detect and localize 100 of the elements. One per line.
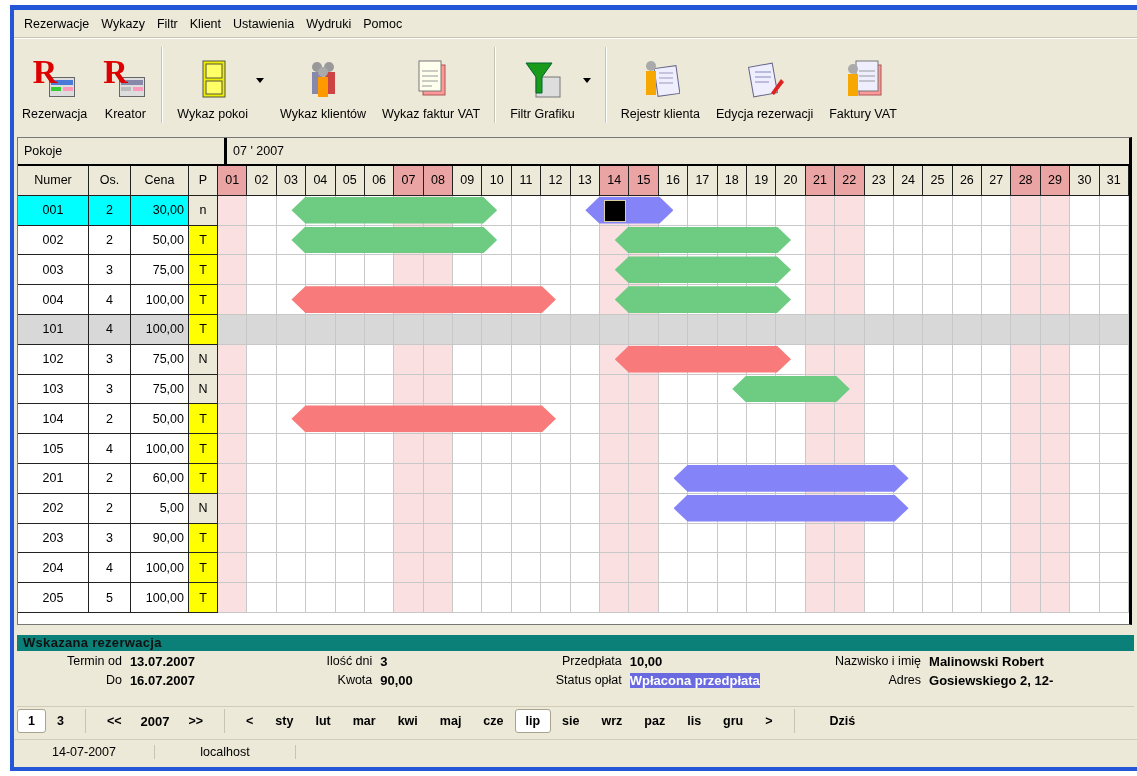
- month-tab[interactable]: gru: [712, 709, 755, 733]
- toolbar-button[interactable]: Wykaz klientów: [272, 39, 375, 131]
- field-label: Ilość dni: [326, 654, 373, 669]
- day-header: 21: [805, 166, 836, 196]
- today-button[interactable]: Dziś: [818, 709, 867, 733]
- day-header: 26: [952, 166, 983, 196]
- menu-item[interactable]: Filtr: [150, 16, 184, 31]
- persons-cell: 2: [89, 195, 131, 226]
- field-label: Kwota: [336, 673, 373, 688]
- toolbar-button[interactable]: R Rezerwacja: [14, 39, 96, 131]
- calendar-row[interactable]: [218, 195, 1129, 226]
- day-header: 02: [247, 166, 277, 196]
- status-flag-cell: T: [189, 583, 218, 613]
- page-tab[interactable]: 3: [45, 709, 75, 733]
- menu-item[interactable]: Pomoc: [357, 16, 409, 31]
- month-tab[interactable]: maj: [428, 709, 473, 733]
- status-flag-cell: T: [189, 404, 218, 435]
- toolbar-button[interactable]: Rejestr klienta: [612, 39, 708, 131]
- column-header: Cena: [131, 166, 189, 196]
- room-number-cell[interactable]: 003: [18, 255, 89, 286]
- day-header: 18: [717, 166, 747, 196]
- room-number-cell[interactable]: 104: [18, 404, 89, 435]
- room-number-cell[interactable]: 203: [18, 523, 89, 554]
- field-value: 16.07.2007: [129, 673, 195, 688]
- field-value: 90,00: [380, 673, 413, 688]
- room-number-cell[interactable]: 103: [18, 374, 89, 405]
- room-number-cell[interactable]: 204: [18, 553, 89, 584]
- persons-cell: 2: [89, 404, 131, 435]
- status-flag-cell: N: [189, 493, 218, 524]
- price-cell: 50,00: [131, 225, 189, 256]
- status-flag-cell: T: [189, 434, 218, 464]
- room-number-cell[interactable]: 004: [18, 285, 89, 315]
- field-value: Malinowski Robert: [929, 654, 1044, 669]
- dropdown-caret-icon[interactable]: [582, 77, 591, 83]
- menu-item[interactable]: Klient: [183, 16, 228, 31]
- toolbar-button[interactable]: Wykaz pokoi: [169, 39, 273, 131]
- page-tab[interactable]: 1: [17, 709, 46, 733]
- menu-item[interactable]: Ustawienia: [227, 16, 301, 31]
- price-cell: 5,00: [131, 493, 189, 524]
- day-header: 17: [688, 166, 718, 196]
- price-cell: 75,00: [131, 255, 189, 286]
- room-number-cell[interactable]: 002: [18, 225, 89, 256]
- month-tab[interactable]: cze: [472, 709, 515, 733]
- menu-item[interactable]: Wykazy: [95, 16, 151, 31]
- room-number-cell[interactable]: 202: [18, 493, 89, 524]
- month-tab[interactable]: lis: [676, 709, 713, 733]
- menu-item[interactable]: Rezerwacje: [18, 16, 96, 31]
- toolbar-button[interactable]: Edycja rezerwacji: [707, 39, 822, 131]
- day-header: 23: [864, 166, 894, 196]
- status-flag-cell: T: [189, 255, 218, 286]
- dropdown-caret-icon[interactable]: [256, 77, 265, 83]
- status-text: 14-07-2007: [14, 745, 155, 759]
- status-flag-cell: T: [189, 315, 218, 345]
- day-header: 25: [923, 166, 953, 196]
- year-label: 2007: [139, 713, 171, 729]
- day-header: 01: [218, 166, 248, 196]
- toolbar-button[interactable]: Filtr Grafiku: [502, 39, 599, 131]
- next-month-button[interactable]: >: [754, 709, 784, 733]
- month-tab[interactable]: kwi: [386, 709, 429, 733]
- field-value: Gosiewskiego 2, 12-: [929, 673, 1054, 688]
- month-tab[interactable]: sie: [551, 709, 591, 733]
- field-label: Termin od: [67, 654, 122, 669]
- day-header: 29: [1040, 166, 1071, 196]
- field-label: Nazwisko i imię: [834, 654, 922, 669]
- day-header: 24: [893, 166, 924, 196]
- persons-cell: 3: [89, 344, 131, 375]
- grid-title: Pokoje: [23, 143, 64, 160]
- previous-year-button[interactable]: <<: [95, 709, 133, 733]
- status-flag-cell: T: [189, 225, 218, 256]
- field-value: 10,00: [629, 654, 663, 669]
- day-header: 11: [511, 166, 542, 196]
- toolbar-button[interactable]: R Kreator: [95, 39, 156, 131]
- month-tab[interactable]: paz: [633, 709, 677, 733]
- toolbar-button[interactable]: Wykaz faktur VAT: [374, 39, 489, 131]
- day-header: 05: [335, 166, 365, 196]
- room-number-cell[interactable]: 102: [18, 344, 89, 375]
- month-tab[interactable]: sty: [264, 709, 305, 733]
- month-tab[interactable]: lip: [514, 709, 552, 733]
- status-flag-cell: T: [189, 285, 218, 315]
- persons-cell: 4: [89, 553, 131, 584]
- room-number-cell[interactable]: 105: [18, 434, 89, 464]
- day-header: 09: [453, 166, 483, 196]
- next-year-button[interactable]: >>: [177, 709, 215, 733]
- month-tab[interactable]: lut: [304, 709, 342, 733]
- toolbar-button[interactable]: Faktury VAT: [821, 39, 905, 131]
- previous-month-button[interactable]: <: [235, 709, 265, 733]
- column-header: Os.: [89, 166, 131, 196]
- price-cell: 100,00: [131, 315, 189, 345]
- price-cell: 30,00: [131, 195, 189, 226]
- room-number-cell[interactable]: 205: [18, 583, 89, 613]
- room-number-cell[interactable]: 001: [18, 195, 89, 226]
- room-number-cell[interactable]: 201: [18, 463, 89, 494]
- status-flag-cell: n: [189, 195, 218, 226]
- price-cell: 100,00: [131, 553, 189, 584]
- persons-cell: 3: [89, 374, 131, 405]
- month-tab[interactable]: wrz: [590, 709, 634, 733]
- menu-item[interactable]: Wydruki: [300, 16, 358, 31]
- day-header: 14: [600, 166, 630, 196]
- column-header: Numer: [18, 166, 89, 196]
- month-tab[interactable]: mar: [341, 709, 387, 733]
